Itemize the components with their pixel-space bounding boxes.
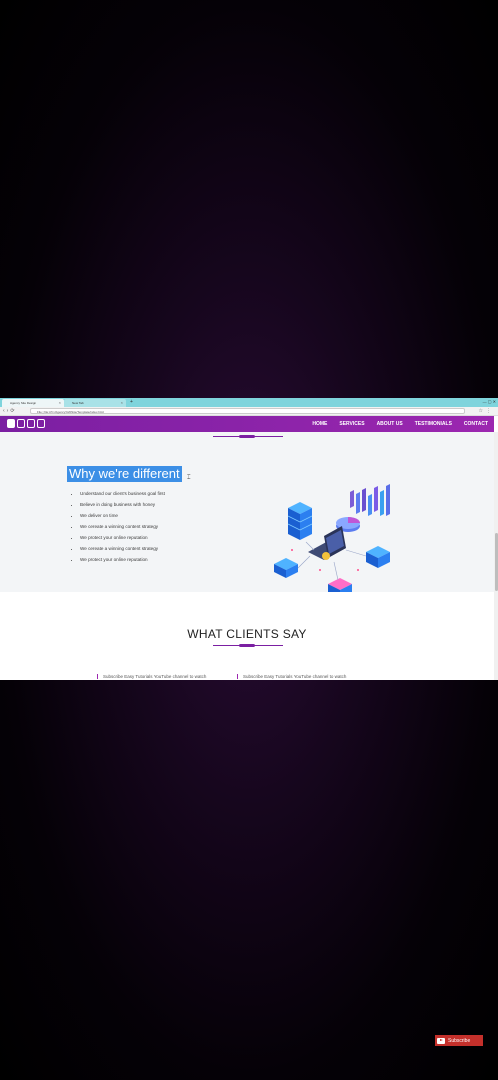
section-heading: WHAT CLIENTS SAY [187, 627, 307, 641]
logo-mark-icon [17, 419, 25, 428]
browser-tab-bar: Agency Site Design × New Tab × + — ▢ ✕ [0, 398, 498, 407]
browser-tab[interactable]: New Tab × [64, 399, 126, 407]
star-icon[interactable]: ☆⋮ [479, 408, 494, 414]
menu-item-contact[interactable]: CONTACT [464, 421, 488, 427]
features-list: Understand our client's business goal fi… [73, 488, 165, 565]
cube-icon [366, 546, 390, 568]
logo-mark-icon [7, 419, 15, 428]
list-item: We cereate a winning content strategy [80, 521, 165, 532]
logo-mark-icon [37, 419, 45, 428]
site-menu: HOME SERVICES ABOUT US TESTIMONIALS CONT… [312, 416, 488, 432]
list-item: We cereate a winning content strategy [80, 543, 165, 554]
address-bar-row: ‹›⟳ File | file:///C:/Agency%20Site/Temp… [0, 407, 498, 416]
chart-bars-icon [350, 484, 390, 516]
subscribe-label: Subscribe [448, 1037, 471, 1044]
list-item: We deliver on time [80, 510, 165, 521]
testimonial-card: Subscribe Easy Tutorials YouTube channel… [237, 674, 346, 679]
menu-item-about[interactable]: ABOUT US [377, 421, 403, 427]
browser-tab-active[interactable]: Agency Site Design × [2, 399, 64, 407]
menu-item-testimonials[interactable]: TESTIMONIALS [415, 421, 452, 427]
url-input[interactable]: File | file:///C:/Agency%20Site/Template… [30, 408, 465, 414]
menu-item-services[interactable]: SERVICES [339, 421, 364, 427]
tab-title: Agency Site Design [10, 401, 37, 405]
youtube-play-icon [437, 1037, 445, 1044]
window-controls[interactable]: — ▢ ✕ [483, 399, 496, 404]
list-item: Believe in doing business with honey [80, 499, 165, 510]
laptop-icon [308, 526, 346, 560]
nav-buttons-icon[interactable]: ‹›⟳ [3, 408, 17, 414]
server-stack-icon [287, 502, 313, 540]
text-cursor-icon: ⌶ [187, 475, 191, 481]
video-frame: Agency Site Design × New Tab × + — ▢ ✕ ‹… [0, 398, 498, 680]
testimonial-card: Subscribe Easy Tutorials YouTube channel… [97, 674, 206, 679]
list-item: We protect your online reputation [80, 532, 165, 543]
logo-mark-icon [27, 419, 35, 428]
section-heading: Why we're different [67, 466, 182, 482]
divider-accent [239, 644, 255, 647]
close-icon[interactable]: × [121, 400, 123, 405]
why-different-section: Why we're different ⌶ Understand our cli… [0, 432, 494, 598]
site-logo[interactable] [7, 419, 45, 429]
site-navbar: HOME SERVICES ABOUT US TESTIMONIALS CONT… [0, 416, 494, 432]
list-item: Understand our client's business goal fi… [80, 488, 165, 499]
menu-item-home[interactable]: HOME [312, 421, 327, 427]
list-item: We protect your online reputation [80, 554, 165, 565]
new-tab-icon[interactable]: + [130, 399, 133, 405]
divider-accent [239, 435, 255, 438]
clients-section: WHAT CLIENTS SAY Subscribe Easy Tutorial… [0, 592, 494, 680]
tab-title: New Tab [72, 401, 84, 405]
cube-icon [274, 558, 298, 578]
isometric-server-illustration [274, 484, 390, 598]
close-icon[interactable]: × [59, 400, 61, 405]
subscribe-button[interactable]: Subscribe [435, 1035, 483, 1046]
